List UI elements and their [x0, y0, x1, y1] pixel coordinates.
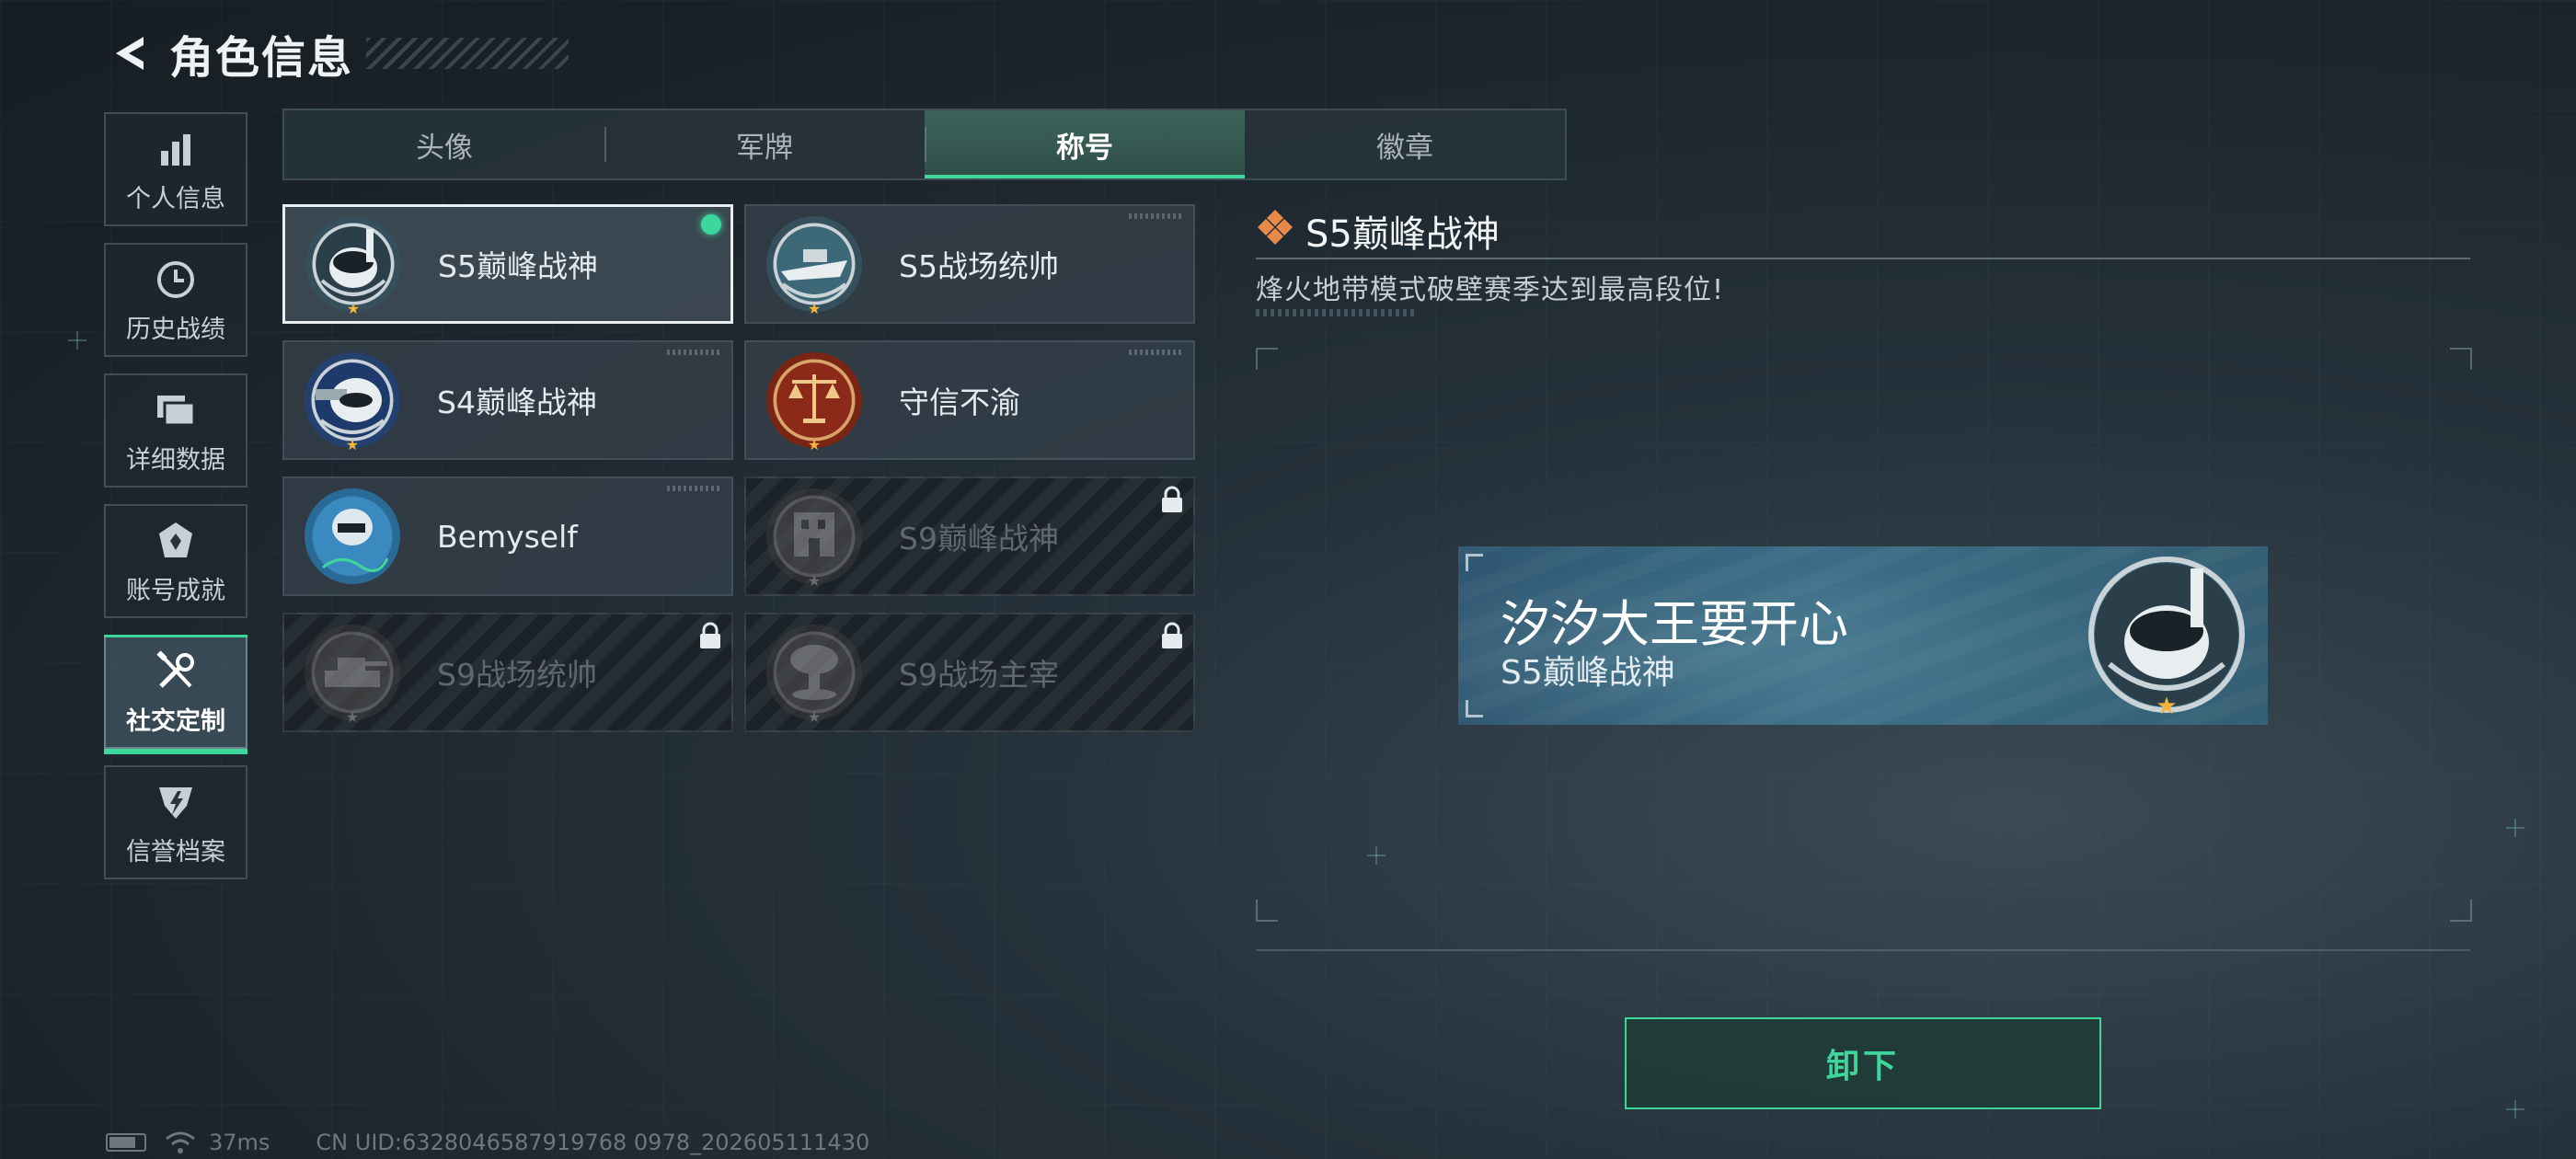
card-tag-decoration — [667, 350, 722, 355]
sidebar-item-personal-info[interactable]: 个人信息 — [104, 112, 247, 226]
title-label: S9巅峰战神 — [899, 521, 1059, 557]
title-card[interactable]: ★ S5战场统帅 — [744, 204, 1195, 324]
detail-title: S5巅峰战神 — [1305, 213, 1500, 256]
page-title: 角色信息 — [169, 32, 354, 84]
sidebar-item-social-customization[interactable]: 社交定制 — [104, 635, 247, 754]
lock-icon — [700, 622, 720, 648]
diver-skull-medal-icon: ★ — [2088, 557, 2245, 719]
title-preview-banner: 汐汐大王要开心 S5巅峰战神 ★ — [1458, 546, 2268, 725]
crosshair-decoration — [2506, 1100, 2524, 1119]
unequip-button[interactable]: 卸下 — [1625, 1017, 2101, 1109]
frame-corner — [2450, 900, 2472, 922]
lock-icon — [1162, 486, 1182, 512]
frame-corner — [1256, 348, 1278, 370]
helmet-skull-medal-icon: ★ — [305, 352, 400, 453]
sidebar-item-label: 历史战绩 — [126, 315, 225, 344]
title-card[interactable]: ★ S5巅峰战神 — [282, 204, 733, 324]
sidebar-item-label: 账号成就 — [126, 576, 225, 605]
star-icon: ★ — [345, 436, 360, 453]
star-icon: ★ — [346, 300, 361, 317]
title-card[interactable]: ★ S9战场主宰 — [744, 613, 1195, 732]
tab-avatar[interactable]: 头像 — [284, 110, 604, 178]
title-card[interactable]: ★ S9巅峰战神 — [744, 476, 1195, 596]
sidebar-item-label: 信誉档案 — [126, 837, 225, 866]
crosshair-decoration — [2506, 819, 2524, 837]
banner-corner — [1466, 554, 1483, 571]
scales-medal-icon: ★ — [766, 352, 862, 453]
ping-text: 37ms — [209, 1130, 270, 1155]
svg-text:★: ★ — [2156, 693, 2177, 719]
star-icon: ★ — [807, 708, 822, 726]
title-label: Bemyself — [437, 518, 578, 555]
card-tag-decoration — [1129, 350, 1184, 355]
sidebar-item-label: 社交定制 — [126, 706, 225, 736]
frame-corner — [2450, 348, 2472, 370]
card-tag-decoration — [667, 486, 722, 491]
frame-corner — [1256, 900, 1278, 922]
title-stripe-decoration — [366, 38, 569, 69]
wifi-icon — [166, 1131, 195, 1153]
tab-bar: 头像 军牌 称号 徽章 — [282, 109, 1567, 180]
boat-medal-icon: ★ — [766, 216, 862, 317]
achievement-icon — [155, 517, 196, 565]
title-label: 守信不渝 — [899, 384, 1020, 420]
unequip-button-label: 卸下 — [1825, 1048, 1900, 1085]
sidebar-item-reputation[interactable]: 信誉档案 — [104, 765, 247, 879]
folder-icon — [155, 386, 196, 434]
soldier-medal-icon — [305, 488, 400, 584]
title-card[interactable]: Bemyself — [282, 476, 733, 596]
battery-icon — [106, 1133, 146, 1152]
tab-titles[interactable]: 称号 — [925, 110, 1245, 178]
sidebar-item-label: 个人信息 — [126, 184, 225, 213]
equipped-indicator — [701, 214, 721, 235]
crosshair-decoration — [68, 331, 86, 350]
title-label: S5巅峰战神 — [438, 248, 598, 284]
card-tag-decoration — [1129, 213, 1184, 219]
shield-icon — [155, 778, 196, 826]
tank-medal-icon: ★ — [305, 625, 400, 726]
crosshair-decoration — [1367, 846, 1386, 865]
tools-icon — [154, 648, 198, 695]
sidebar-item-achievements[interactable]: 账号成就 — [104, 504, 247, 618]
title-card[interactable]: ★ 守信不渝 — [744, 340, 1195, 460]
diamond-icon — [1258, 210, 1293, 245]
divider — [1256, 949, 2470, 951]
title-label: S9战场主宰 — [899, 657, 1059, 693]
bar-chart-icon — [157, 125, 194, 173]
title-label: S4巅峰战神 — [437, 384, 597, 420]
uid-text: CN UID:6328046587919768 0978_20260511143… — [316, 1130, 870, 1155]
building-medal-icon: ★ — [766, 488, 862, 590]
star-icon: ★ — [807, 436, 822, 453]
back-arrow-icon[interactable] — [103, 26, 158, 81]
title-card[interactable]: ★ S4巅峰战神 — [282, 340, 733, 460]
lock-icon — [1162, 622, 1182, 648]
status-bar: 37ms CN UID:6328046587919768 0978_202605… — [106, 1130, 869, 1155]
preview-title: S5巅峰战神 — [1501, 654, 1675, 692]
title-grid: ★ S5巅峰战神 ★ S5战场统帅 ★ S4巅峰战神 ★ 守信不渝 Bemyse… — [282, 204, 1195, 732]
banner-corner — [1466, 700, 1483, 717]
title-label: S5战场统帅 — [899, 248, 1059, 284]
title-card[interactable]: ★ S9战场统帅 — [282, 613, 733, 732]
mushroom-cloud-medal-icon: ★ — [766, 625, 862, 726]
tab-dog-tag[interactable]: 军牌 — [604, 110, 925, 178]
diver-skull-medal-icon: ★ — [305, 216, 401, 317]
star-icon: ★ — [345, 708, 360, 726]
detail-description: 烽火地带模式破壁赛季达到最高段位! — [1256, 274, 1725, 306]
divider — [1256, 258, 2470, 259]
star-icon: ★ — [807, 572, 822, 590]
tab-badges[interactable]: 徽章 — [1245, 110, 1565, 178]
side-nav: 个人信息 历史战绩 详细数据 账号成就 社交定制 信誉档案 — [104, 112, 249, 896]
title-label: S9战场统帅 — [437, 657, 597, 693]
sidebar-item-detailed-data[interactable]: 详细数据 — [104, 373, 247, 488]
star-icon: ★ — [807, 300, 822, 317]
sidebar-item-label: 详细数据 — [126, 445, 225, 475]
detail-sub-decoration — [1256, 309, 1418, 316]
sidebar-item-match-history[interactable]: 历史战绩 — [104, 243, 247, 357]
page-header: 角色信息 — [103, 17, 569, 90]
clock-icon — [155, 256, 196, 304]
